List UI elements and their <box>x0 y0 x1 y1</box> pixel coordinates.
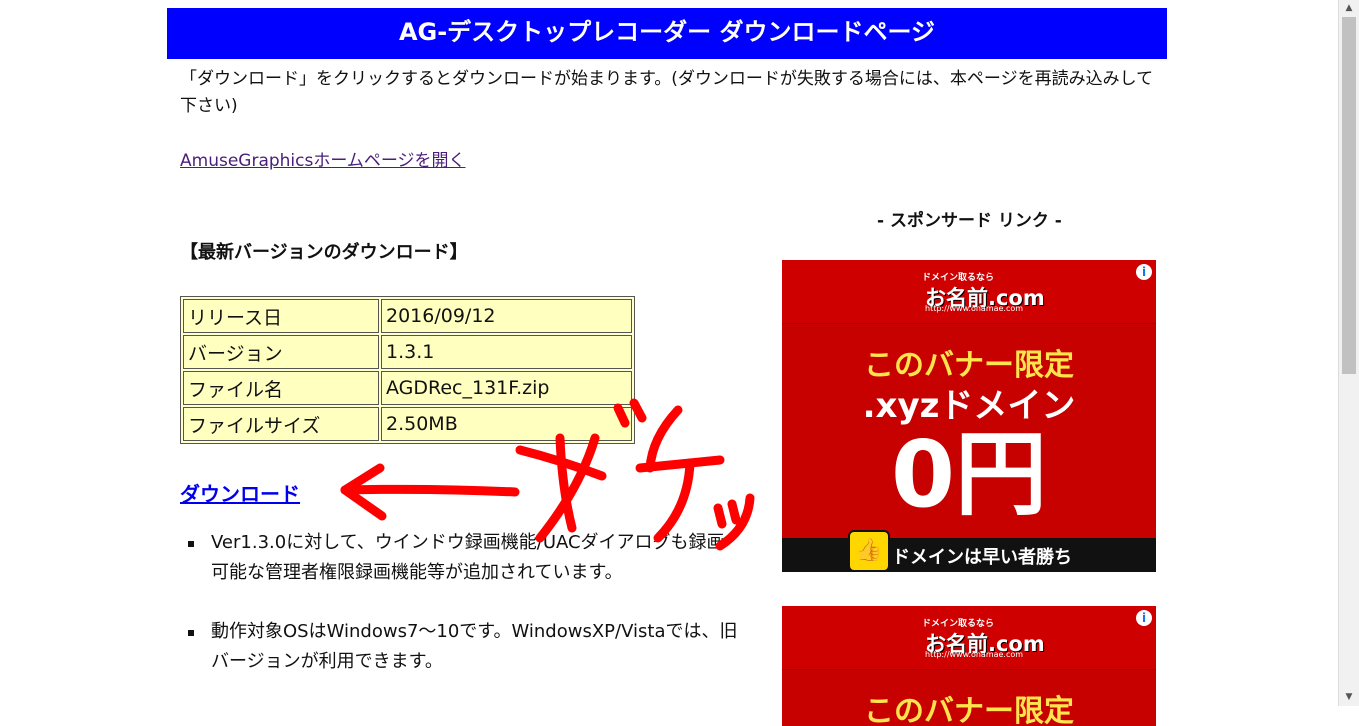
ad-price: 0円 <box>890 421 1047 528</box>
page-title: AG-デスクトップレコーダー ダウンロードページ <box>398 18 936 46</box>
table-row: リリース日 2016/09/12 <box>183 299 632 333</box>
ad-banner[interactable]: ドメイン取るなら お名前.com http://www.onamae.com i… <box>782 606 1156 726</box>
intro-text: 「ダウンロード」をクリックするとダウンロードが始まります。(ダウンロードが失敗す… <box>180 69 1154 116</box>
handwritten-annotation-drawing <box>340 398 755 551</box>
ad-headline: このバナー限定 <box>864 694 1074 726</box>
table-row: バージョン 1.3.1 <box>183 335 632 369</box>
version-label: バージョン <box>183 335 379 369</box>
page: AG-デスクトップレコーダー ダウンロードページ 「ダウンロード」をクリックする… <box>167 8 1167 726</box>
ad-url: http://www.onamae.com <box>925 304 1024 313</box>
info-icon[interactable]: i <box>1136 610 1152 626</box>
scroll-down-icon[interactable]: ▼ <box>1339 689 1359 706</box>
handwritten-annotation <box>340 398 760 558</box>
release-date-value: 2016/09/12 <box>381 299 632 333</box>
scroll-thumb[interactable] <box>1342 17 1356 374</box>
ad-footer-text: ドメインは早い者勝ち <box>892 547 1072 568</box>
ad-header: ドメイン取るなら お名前.com http://www.onamae.com i <box>782 606 1156 670</box>
thumbs-up-icon: 👍 <box>848 530 890 572</box>
list-item: 動作対象OSはWindows7〜10です。WindowsXP/Vistaでは、旧… <box>180 617 740 677</box>
info-icon[interactable]: i <box>1136 264 1152 280</box>
ad-url: http://www.onamae.com <box>925 650 1024 659</box>
scroll-up-icon[interactable]: ▲ <box>1339 0 1359 17</box>
download-link[interactable]: ダウンロード <box>180 478 300 507</box>
ad-footer: 👍 ドメインは早い者勝ち <box>782 530 1156 572</box>
section-title: 【最新バージョンのダウンロード】 <box>180 242 468 263</box>
ad-header: ドメイン取るなら お名前.com http://www.onamae.com i <box>782 260 1156 324</box>
home-page-link[interactable]: AmuseGraphicsホームページを開く <box>180 146 466 171</box>
release-date-label: リリース日 <box>183 299 379 333</box>
vertical-scrollbar[interactable]: ▲ ▼ <box>1338 0 1359 706</box>
sponsor-title: - スポンサード リンク - <box>877 211 1062 231</box>
page-header: AG-デスクトップレコーダー ダウンロードページ <box>167 8 1167 59</box>
ad-banner[interactable]: ドメイン取るなら お名前.com http://www.onamae.com i… <box>782 260 1156 572</box>
version-value: 1.3.1 <box>381 335 632 369</box>
